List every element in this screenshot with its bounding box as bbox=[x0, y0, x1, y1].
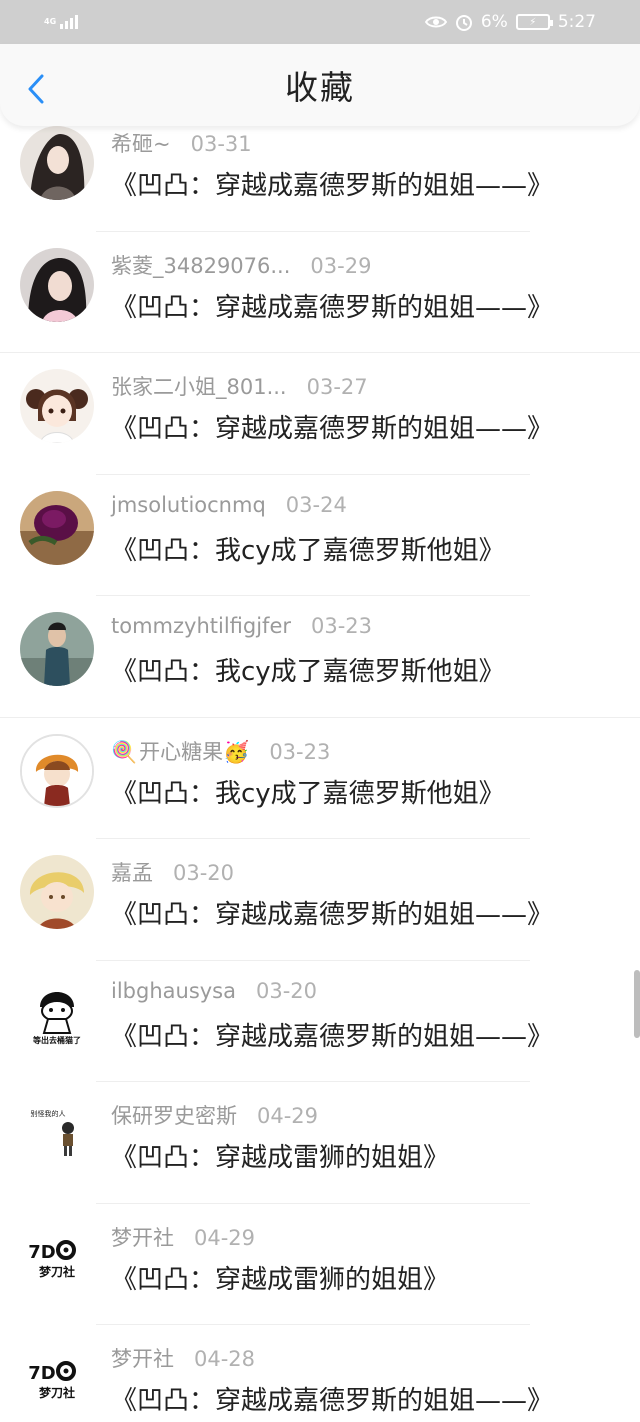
item-meta: 梦开社 04-29 bbox=[111, 1222, 255, 1252]
network-type: 4G bbox=[44, 17, 57, 26]
item-date: 03-23 bbox=[269, 739, 331, 764]
status-icons: 6% ⚡ 5:27 bbox=[424, 12, 596, 32]
item-meta: 希砸~ 03-31 bbox=[111, 128, 252, 158]
back-button[interactable] bbox=[22, 72, 50, 106]
user-name[interactable]: 希砸~ bbox=[111, 128, 171, 158]
list-item[interactable]: 🍭 开心糖果 🥳 03-23 《凹凸：我cy成了嘉德罗斯他姐》 bbox=[0, 718, 640, 839]
item-date: 04-29 bbox=[194, 1225, 256, 1250]
user-name[interactable]: 嘉孟 bbox=[111, 857, 153, 887]
item-date: 03-20 bbox=[256, 978, 318, 1003]
avatar-caption: 别怪我的人 bbox=[31, 1109, 66, 1118]
item-meta: 🍭 开心糖果 🥳 03-23 bbox=[111, 736, 330, 766]
item-date: 03-31 bbox=[190, 132, 252, 156]
item-date: 03-20 bbox=[173, 861, 235, 885]
avatar-caption: 梦刀社 bbox=[39, 1264, 75, 1279]
signal-icon bbox=[60, 15, 79, 29]
item-date: 04-29 bbox=[257, 1104, 319, 1128]
battery-icon: ⚡ bbox=[515, 14, 553, 30]
avatar-caption: 等出去桶猫了 bbox=[32, 1035, 81, 1045]
avatar[interactable] bbox=[20, 369, 94, 443]
item-meta: jmsolutiocnmq 03-24 bbox=[111, 493, 347, 517]
svg-text:7D: 7D bbox=[28, 1242, 55, 1263]
item-meta: 紫菱_34829076... 03-29 bbox=[111, 250, 371, 280]
item-date: 03-27 bbox=[306, 375, 368, 399]
list-item[interactable]: 紫菱_34829076... 03-29 《凹凸：穿越成嘉德罗斯的姐姐——》 bbox=[0, 232, 640, 353]
list-item[interactable]: 嘉孟 03-20 《凹凸：穿越成嘉德罗斯的姐姐——》 bbox=[0, 839, 640, 961]
user-name[interactable]: 梦开社 bbox=[111, 1222, 174, 1252]
nav-bar: 收藏 bbox=[0, 44, 640, 126]
item-meta: 张家二小姐_801... 03-27 bbox=[111, 371, 368, 401]
user-name[interactable]: 开心糖果 bbox=[139, 736, 223, 766]
item-date: 03-23 bbox=[311, 614, 373, 638]
item-meta: 梦开社 04-28 bbox=[111, 1343, 255, 1373]
battery-percent: 6% bbox=[480, 12, 508, 32]
avatar[interactable] bbox=[20, 126, 94, 200]
page-title: 收藏 bbox=[285, 68, 355, 107]
avatar[interactable] bbox=[20, 490, 94, 565]
alarm-icon bbox=[455, 15, 472, 31]
book-title[interactable]: 《凹凸：穿越成嘉德罗斯的姐姐——》 bbox=[111, 1016, 553, 1053]
chevron-left-icon bbox=[28, 74, 44, 104]
eye-icon bbox=[424, 16, 447, 28]
list-item[interactable]: jmsolutiocnmq 03-24 《凹凸：我cy成了嘉德罗斯他姐》 bbox=[0, 475, 640, 596]
list-item[interactable]: tommzyhtilfigjfer 03-23 《凹凸：我cy成了嘉德罗斯他姐》 bbox=[0, 596, 640, 718]
book-title[interactable]: 《凹凸：我cy成了嘉德罗斯他姐》 bbox=[111, 773, 505, 810]
avatar-caption: 梦刀社 bbox=[39, 1385, 75, 1400]
item-meta: 嘉孟 03-20 bbox=[111, 857, 234, 887]
book-title[interactable]: 《凹凸：穿越成雷狮的姐姐》 bbox=[111, 1259, 449, 1296]
user-name[interactable]: 张家二小姐_801... bbox=[111, 371, 287, 401]
avatar[interactable] bbox=[20, 855, 94, 929]
book-title[interactable]: 《凹凸：穿越成嘉德罗斯的姐姐——》 bbox=[111, 1380, 553, 1417]
clock: 5:27 bbox=[557, 12, 596, 32]
item-meta: 保研罗史密斯 04-29 bbox=[111, 1100, 318, 1130]
book-title[interactable]: 《凹凸：我cy成了嘉德罗斯他姐》 bbox=[111, 530, 505, 567]
party-face-icon: 🥳 bbox=[223, 739, 250, 764]
lollipop-icon: 🍭 bbox=[111, 739, 138, 764]
avatar[interactable]: 7D 梦刀社 bbox=[20, 1219, 94, 1294]
avatar[interactable]: 等出去桶猫了 bbox=[20, 976, 94, 1051]
list-item[interactable]: 7D 梦刀社 梦开社 04-29 《凹凸：穿越成雷狮的姐姐》 bbox=[0, 1204, 640, 1325]
avatar[interactable] bbox=[20, 612, 94, 686]
list-item[interactable]: 等出去桶猫了 ilbghausysa 03-20 《凹凸：穿越成嘉德罗斯的姐姐—… bbox=[0, 961, 640, 1082]
book-title[interactable]: 《凹凸：穿越成嘉德罗斯的姐姐——》 bbox=[111, 408, 553, 445]
item-meta: ilbghausysa 03-20 bbox=[111, 979, 317, 1003]
user-name[interactable]: 紫菱_34829076... bbox=[111, 250, 290, 280]
avatar[interactable] bbox=[20, 247, 94, 322]
user-name[interactable]: tommzyhtilfigjfer bbox=[111, 614, 291, 638]
item-date: 03-24 bbox=[285, 492, 347, 517]
item-date: 04-28 bbox=[194, 1347, 256, 1371]
avatar[interactable]: 7D 梦刀社 bbox=[20, 1341, 94, 1415]
scrollbar[interactable] bbox=[634, 970, 640, 1038]
item-meta: tommzyhtilfigjfer 03-23 bbox=[111, 614, 372, 638]
book-title[interactable]: 《凹凸：穿越成嘉德罗斯的姐姐——》 bbox=[111, 165, 553, 202]
network-status: 4G bbox=[44, 15, 79, 29]
user-name[interactable]: 保研罗史密斯 bbox=[111, 1100, 237, 1130]
user-name[interactable]: jmsolutiocnmq bbox=[111, 493, 266, 517]
avatar[interactable] bbox=[20, 733, 94, 808]
svg-text:7D: 7D bbox=[28, 1363, 55, 1384]
item-date: 03-29 bbox=[310, 253, 372, 278]
list-item[interactable]: 希砸~ 03-31 《凹凸：穿越成嘉德罗斯的姐姐——》 bbox=[0, 110, 640, 232]
list-item[interactable]: 张家二小姐_801... 03-27 《凹凸：穿越成嘉德罗斯的姐姐——》 bbox=[0, 353, 640, 475]
user-name[interactable]: ilbghausysa bbox=[111, 979, 236, 1003]
book-title[interactable]: 《凹凸：我cy成了嘉德罗斯他姐》 bbox=[111, 651, 505, 688]
book-title[interactable]: 《凹凸：穿越成雷狮的姐姐》 bbox=[111, 1137, 449, 1174]
book-title[interactable]: 《凹凸：穿越成嘉德罗斯的姐姐——》 bbox=[111, 287, 553, 324]
book-title[interactable]: 《凹凸：穿越成嘉德罗斯的姐姐——》 bbox=[111, 894, 553, 931]
status-bar: 4G 6% ⚡ 5:27 bbox=[0, 0, 640, 44]
list-item[interactable]: 别怪我的人 保研罗史密斯 04-29 《凹凸：穿越成雷狮的姐姐》 bbox=[0, 1082, 640, 1204]
favorites-list: 希砸~ 03-31 《凹凸：穿越成嘉德罗斯的姐姐——》 紫菱_34829076.… bbox=[0, 110, 640, 1422]
avatar[interactable]: 别怪我的人 bbox=[20, 1098, 94, 1172]
list-item[interactable]: 7D 梦刀社 梦开社 04-28 《凹凸：穿越成嘉德罗斯的姐姐——》 bbox=[0, 1325, 640, 1422]
user-name[interactable]: 梦开社 bbox=[111, 1343, 174, 1373]
